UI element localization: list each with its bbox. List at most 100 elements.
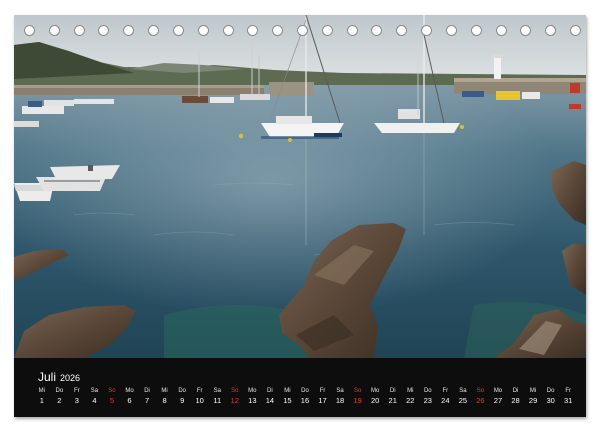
- binding-ring: [346, 25, 358, 36]
- weekday-label: Di: [267, 388, 273, 394]
- day-cell: Mi 29: [524, 387, 542, 411]
- day-number: 11: [213, 396, 222, 405]
- day-number: 12: [230, 396, 239, 405]
- weekday-label: Do: [178, 388, 186, 394]
- day-number: 16: [300, 396, 310, 405]
- day-number: 4: [92, 396, 97, 405]
- weekday-label: Mo: [248, 388, 257, 394]
- binding-ring: [570, 25, 581, 36]
- day-cell: So 5: [103, 387, 121, 411]
- day-cell: Di 21: [384, 387, 402, 411]
- day-number: 23: [423, 396, 432, 405]
- day-cell: Mo 13: [244, 387, 262, 411]
- weekday-label: Fr: [74, 388, 80, 394]
- day-cell: Mi 1: [33, 387, 51, 411]
- binding-ring: [470, 25, 482, 36]
- day-number: 3: [74, 396, 79, 405]
- day-number: 5: [109, 396, 115, 405]
- weekday-label: Do: [423, 388, 432, 394]
- month-title: Juli 2026: [38, 370, 80, 385]
- day-cell: So 19: [349, 387, 367, 411]
- binding-ring: [371, 25, 383, 36]
- weekday-label: Sa: [459, 388, 467, 394]
- day-number: 20: [370, 396, 380, 405]
- weekday-label: Mo: [125, 388, 134, 394]
- weekday-label: So: [231, 388, 239, 394]
- binding-ring: [272, 25, 284, 36]
- weekday-label: Mi: [529, 388, 537, 394]
- weekday-label: Do: [546, 388, 555, 394]
- weekday-label: Fr: [565, 388, 572, 394]
- day-number: 29: [528, 396, 538, 405]
- calendar-bar: Juli 2026 Mi 1 Do 2 Fr 3 Sa 4 So 5 Mo 6 Di 7 Mi 8 Do 9 Fr 10…: [14, 358, 586, 417]
- day-number: 27: [493, 396, 503, 405]
- day-cell: Do 30: [542, 387, 560, 411]
- binding-ring: [197, 25, 209, 36]
- binding-ring: [123, 25, 135, 36]
- day-cell: Sa 4: [86, 387, 104, 411]
- day-cell: Mo 27: [489, 387, 507, 411]
- weekday-label: Di: [144, 388, 150, 394]
- weekday-label: Fr: [196, 388, 203, 394]
- weekday-label: Fr: [319, 388, 326, 394]
- calendar-page: Juli 2026 Mi 1 Do 2 Fr 3 Sa 4 So 5 Mo 6 Di 7 Mi 8 Do 9 Fr 10…: [14, 15, 586, 417]
- weekday-label: Do: [301, 388, 309, 394]
- binding-ring: [520, 25, 532, 36]
- day-number: 25: [458, 396, 468, 405]
- day-number: 2: [57, 396, 62, 405]
- day-cell: Mi 15: [279, 387, 297, 411]
- day-number: 7: [144, 396, 150, 405]
- day-number: 30: [546, 396, 555, 405]
- binding-ring: [495, 25, 507, 36]
- day-cell: Fr 17: [314, 387, 332, 411]
- binding-ring: [148, 25, 160, 36]
- binding-ring: [98, 25, 110, 36]
- weekday-label: Di: [512, 388, 519, 394]
- day-cell: Mi 22: [401, 387, 419, 411]
- weekday-label: Sa: [90, 388, 99, 394]
- weekday-label: Mi: [38, 388, 45, 394]
- binding-ring: [222, 25, 234, 36]
- harbor-photo: [14, 15, 586, 358]
- day-cell: Mo 6: [121, 387, 139, 411]
- day-number: 10: [195, 396, 204, 405]
- day-cell: Di 28: [507, 387, 525, 411]
- binding-ring: [48, 25, 60, 36]
- day-cell: Do 9: [173, 387, 191, 411]
- binding-ring: [24, 25, 35, 36]
- weekday-label: So: [108, 388, 116, 394]
- year-label: 2026: [60, 373, 81, 383]
- day-strip: Mi 1 Do 2 Fr 3 Sa 4 So 5 Mo 6 Di 7 Mi 8 Do 9 Fr 10 Sa 11 So 12 M…: [33, 387, 577, 411]
- weekday-label: So: [353, 388, 362, 394]
- weekday-label: Sa: [213, 388, 221, 394]
- day-cell: Di 7: [138, 387, 156, 411]
- day-cell: Fr 10: [191, 387, 209, 411]
- day-cell: Mo 20: [366, 387, 384, 411]
- day-cell: So 26: [472, 387, 490, 411]
- day-number: 14: [265, 396, 275, 405]
- weekday-label: Sa: [336, 388, 344, 394]
- day-cell: Fr 24: [437, 387, 455, 411]
- day-number: 22: [406, 396, 415, 405]
- day-number: 1: [39, 396, 44, 405]
- day-cell: Mi 8: [156, 387, 174, 411]
- binding-ring: [545, 25, 557, 36]
- day-cell: Do 16: [296, 387, 314, 411]
- weekday-label: Mi: [407, 388, 414, 394]
- binding-ring: [73, 25, 85, 36]
- day-number: 31: [564, 396, 573, 405]
- day-number: 18: [335, 396, 345, 405]
- day-cell: Sa 18: [331, 387, 349, 411]
- day-cell: So 12: [226, 387, 244, 411]
- day-number: 24: [441, 396, 450, 405]
- month-label: Juli: [38, 370, 57, 384]
- weekday-label: Mi: [284, 388, 291, 394]
- binding-ring: [297, 25, 308, 36]
- day-number: 13: [248, 396, 257, 405]
- day-cell: Sa 25: [454, 387, 472, 411]
- weekday-label: So: [476, 388, 485, 394]
- weekday-label: Mo: [493, 388, 503, 394]
- binding-ring: [172, 25, 184, 36]
- weekday-label: Mo: [370, 388, 380, 394]
- day-number: 9: [180, 396, 185, 405]
